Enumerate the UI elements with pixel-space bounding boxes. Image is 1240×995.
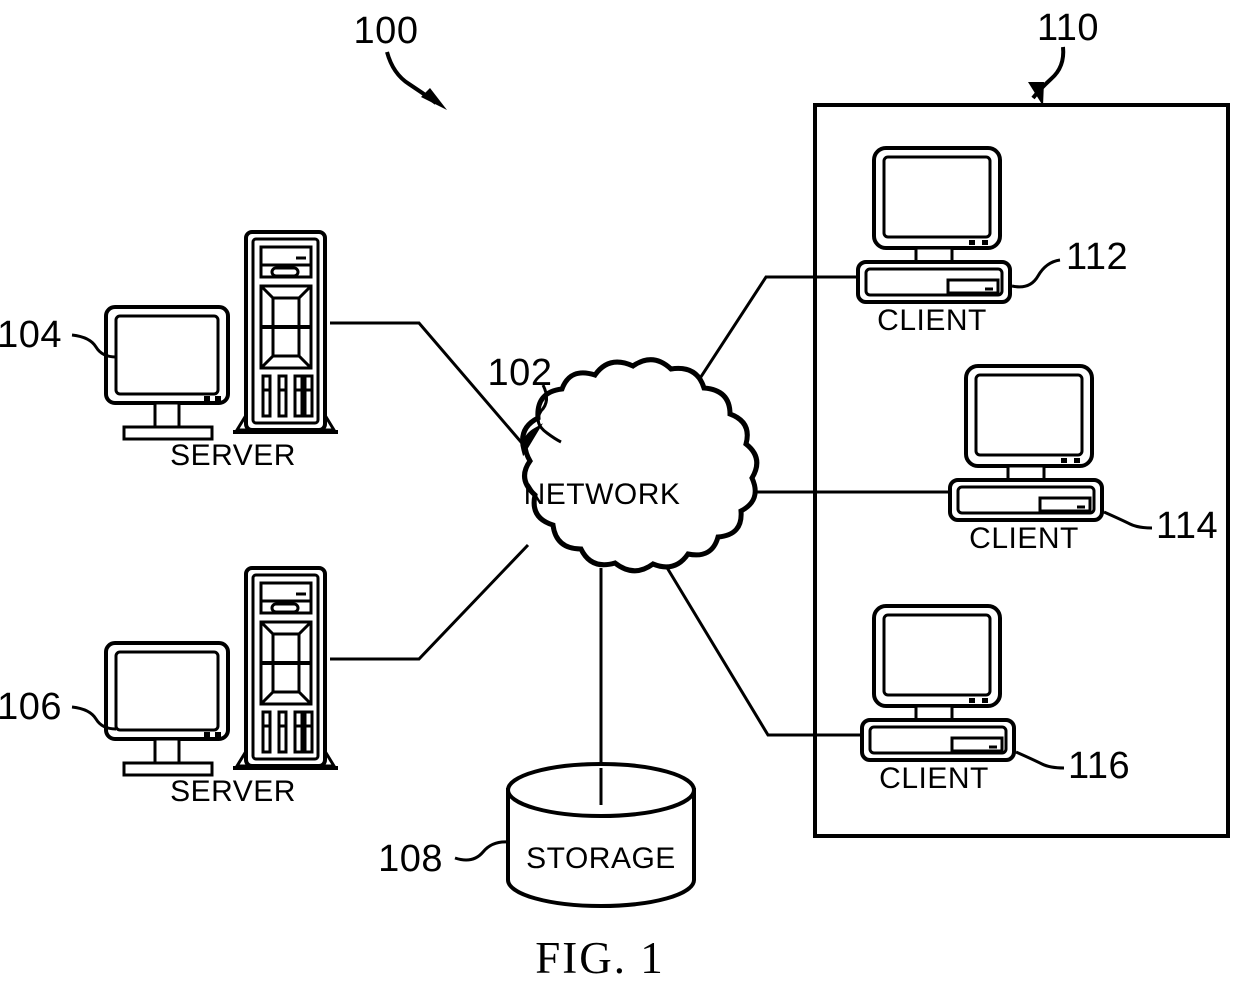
server-vent-b1-bottom — [261, 724, 272, 754]
client-led-top-a — [969, 240, 975, 245]
server-monitor-base-bottom — [122, 761, 214, 777]
server-led-top-a — [204, 396, 210, 401]
client-drive-slot-bottom — [950, 736, 1004, 753]
server-vent-b4-top — [303, 388, 314, 418]
leader-line-108 — [454, 840, 509, 862]
server-bottom-label: SERVER — [170, 775, 296, 808]
server-tower-icon-top: SERVER — [104, 230, 338, 472]
server-vent-b2-bottom — [277, 724, 288, 754]
server-vent-b2-top — [277, 388, 288, 418]
client-led-top-b — [982, 240, 988, 245]
server-tower-icon-bottom: SERVER — [104, 566, 338, 808]
client-drive-slot-middle — [1038, 496, 1092, 513]
server-monitor-neck-bottom — [153, 737, 181, 765]
server-led-bottom-b — [215, 732, 221, 737]
connection-server-bottom-to-network — [330, 543, 530, 661]
client-group-ref-annotation: 110 — [1028, 7, 1099, 106]
ref-number-storage: 108 — [378, 838, 443, 880]
server-monitor-neck-top — [153, 401, 181, 429]
client-monitor-screen-middle — [974, 373, 1084, 457]
server-vent-b4-bottom — [303, 724, 314, 754]
server-vent-b1-top — [261, 388, 272, 418]
server-monitor-base-top — [122, 425, 214, 441]
server-vent-b3-bottom — [293, 724, 304, 754]
server-drive-button-bottom — [270, 602, 300, 614]
arrowhead-110 — [1028, 82, 1044, 106]
server-monitor-screen-bottom — [114, 650, 220, 732]
client-drive-slot-top — [946, 278, 1000, 295]
patent-figure: NETWORK 102 STORAGE 108 SERVER 104 SERVE… — [0, 0, 1240, 995]
figure-caption: FIG. 1 — [535, 933, 665, 983]
ref-number-client-middle: 114 — [1156, 505, 1218, 547]
server-led-bottom-a — [204, 732, 210, 737]
ref-number-client-bottom: 116 — [1068, 745, 1130, 787]
cylinder-database-icon: STORAGE — [506, 762, 696, 908]
storage-label: STORAGE — [526, 842, 676, 875]
network-architecture-diagram: NETWORK 102 STORAGE 108 SERVER 104 SERVE… — [0, 7, 1230, 983]
ref-number-client-group: 110 — [1037, 7, 1099, 49]
server-monitor-screen-top — [114, 314, 220, 396]
ref-number-server-bottom: 106 — [0, 686, 62, 728]
client-monitor-screen-top — [882, 155, 992, 239]
arrowhead-100 — [421, 88, 447, 110]
client-led-middle-a — [1061, 458, 1067, 463]
ref-number-network: 102 — [488, 352, 553, 394]
network-label: NETWORK — [524, 478, 681, 511]
server-led-top-b — [215, 396, 221, 401]
client-led-middle-b — [1074, 458, 1080, 463]
client-bottom-label: CLIENT — [879, 762, 989, 795]
server-vent-b3-top — [293, 388, 304, 418]
client-led-bottom-a — [969, 698, 975, 703]
ref-number-system: 100 — [354, 10, 419, 52]
client-top-label: CLIENT — [877, 304, 987, 337]
client-led-bottom-b — [982, 698, 988, 703]
server-drive-button-top — [270, 266, 300, 278]
ref-number-client-top: 112 — [1066, 236, 1128, 278]
cloud-icon: NETWORK — [520, 357, 760, 574]
client-monitor-screen-bottom — [882, 613, 992, 697]
system-ref-annotation: 100 — [354, 10, 447, 110]
ref-number-server-top: 104 — [0, 314, 62, 356]
client-middle-label: CLIENT — [969, 522, 1079, 555]
server-top-label: SERVER — [170, 439, 296, 472]
